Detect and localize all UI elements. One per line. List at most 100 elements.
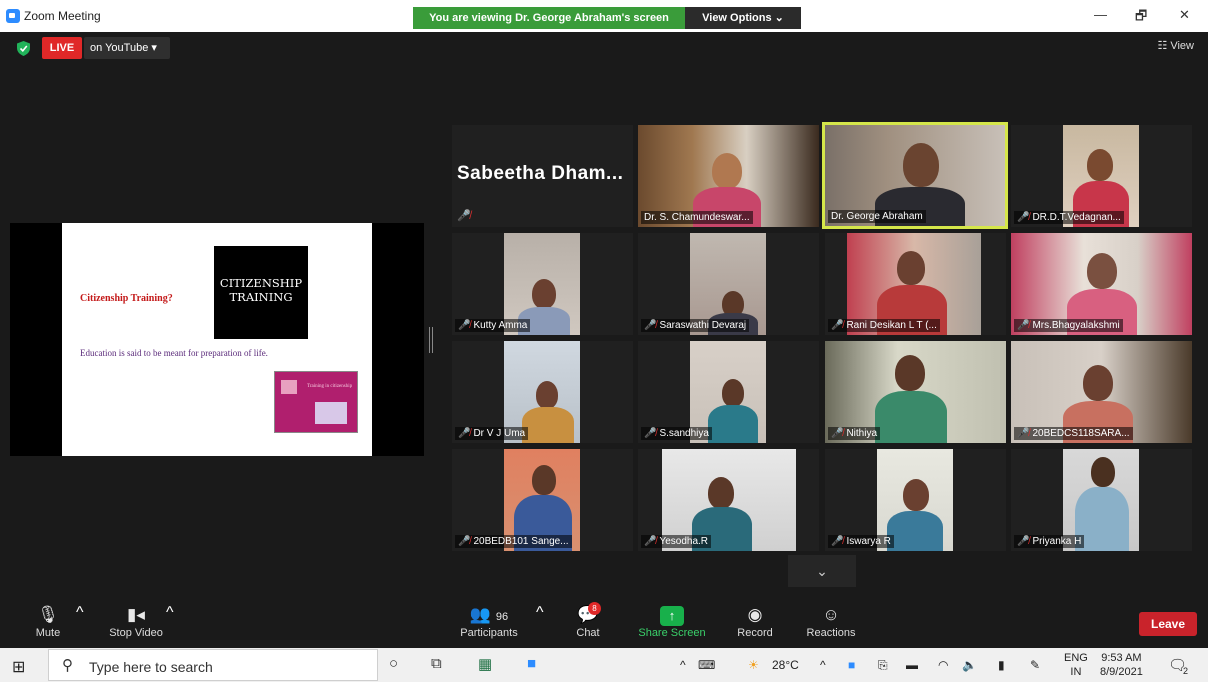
participant-tile[interactable]: 🎤̸ 20BEDCS118SARA... xyxy=(1011,341,1192,443)
zoom-taskbar-icon[interactable]: ■ xyxy=(527,655,536,672)
weather-temperature[interactable]: 28°C xyxy=(772,658,799,672)
input-language-indicator[interactable]: ENG IN xyxy=(1064,651,1088,679)
slide-question: Citizenship Training? xyxy=(80,293,173,304)
next-page-chevron-down-icon[interactable]: ⌄ xyxy=(788,555,856,587)
zoom-tray-icon[interactable]: ■ xyxy=(848,658,855,672)
participant-name: 🎤̸ Yesodha.R xyxy=(641,535,712,548)
mic-muted-icon: 🎤̸ xyxy=(457,210,471,222)
participant-tile[interactable]: 🎤̸ Iswarya R xyxy=(825,449,1006,551)
view-options-button[interactable]: View Options ⌄ xyxy=(685,7,801,29)
participant-name: 🎤̸ Rani Desikan L T (... xyxy=(828,319,940,332)
microphone-tray-icon[interactable]: ▮ xyxy=(998,658,1005,672)
participant-tile[interactable]: 🎤̸ Yesodha.R xyxy=(638,449,819,551)
participant-tile[interactable]: 🎤̸ 20BEDB101 Sange... xyxy=(452,449,633,551)
presentation-slide: Citizenship Training? CITIZENSHIP TRAINI… xyxy=(62,223,372,456)
share-screen-button[interactable]: ↑ Share Screen xyxy=(636,604,708,639)
slide-thumbnail-text: Training in citizenship xyxy=(307,384,353,389)
participant-name: 🎤̸ Iswarya R xyxy=(828,535,894,548)
close-icon[interactable]: ✕ xyxy=(1179,7,1190,23)
stop-video-button[interactable]: ▮◂ Stop Video xyxy=(104,604,168,639)
participants-count: 96 xyxy=(495,611,509,623)
emoji-reaction-icon: ☺ xyxy=(822,605,840,624)
meeting-controls-toolbar: 🎙 Mute ^ ▮◂ Stop Video ^ 👥 96 Participan… xyxy=(0,600,1208,648)
system-clock[interactable]: 9:53 AM 8/9/2021 xyxy=(1100,651,1143,679)
meeting-area: LIVE on YouTube ▾ ☷ View Citizenship Tra… xyxy=(0,32,1208,600)
participant-tile[interactable]: 🎤̸ Saraswathi Devaraj xyxy=(638,233,819,335)
chat-button[interactable]: 💬 8 Chat xyxy=(572,602,604,639)
participant-name: 🎤̸ S.sandhiya xyxy=(641,427,712,440)
participant-tile[interactable]: 🎤̸ Nithiya xyxy=(825,341,1006,443)
shared-screen[interactable]: Citizenship Training? CITIZENSHIP TRAINI… xyxy=(10,223,424,456)
chat-icon: 💬 8 xyxy=(572,602,604,626)
task-view-icon[interactable]: ⧉ xyxy=(431,655,442,672)
search-placeholder: Type here to search xyxy=(89,659,213,675)
participant-gallery: Sabeetha Dham... 🎤̸ Dr. S. Chamundeswar.… xyxy=(452,122,1192,553)
chat-unread-badge: 8 xyxy=(588,602,601,615)
window-title: Zoom Meeting xyxy=(24,9,101,23)
participant-tile[interactable]: 🎤̸ DR.D.T.Vedagnan... xyxy=(1011,125,1192,227)
participant-name: Dr. S. Chamundeswar... xyxy=(641,211,753,224)
participant-tile[interactable]: 🎤̸ Kutty Amma xyxy=(452,233,633,335)
live-on-youtube-dropdown[interactable]: on YouTube ▾ xyxy=(84,37,170,59)
mute-button[interactable]: 🎙 Mute xyxy=(30,604,66,639)
show-hidden-icons-icon[interactable]: ^ xyxy=(680,658,686,672)
slide-body-text: Education is said to be meant for prepar… xyxy=(80,348,268,358)
participant-name: Dr. George Abraham xyxy=(828,210,926,223)
zoom-app-icon xyxy=(6,9,20,23)
share-screen-arrow-icon: ↑ xyxy=(660,606,684,626)
record-button[interactable]: ◉ Record xyxy=(734,604,776,639)
live-badge[interactable]: LIVE xyxy=(42,37,82,59)
gallery-view-button[interactable]: ☷ View xyxy=(1157,39,1194,52)
pen-icon[interactable]: ✎ xyxy=(1030,658,1040,672)
participant-tile[interactable]: 🎤̸ S.sandhiya xyxy=(638,341,819,443)
participant-tile[interactable]: 🎤̸ Dr V J Uma xyxy=(452,341,633,443)
mute-options-caret-icon[interactable]: ^ xyxy=(76,604,84,622)
tray-chevron-up-icon[interactable]: ^ xyxy=(820,658,826,672)
participant-tile[interactable]: 🎤̸ Priyanka H xyxy=(1011,449,1192,551)
microphone-icon: 🎙 xyxy=(37,605,59,624)
participant-name: 🎤̸ Mrs.Bhagyalakshmi xyxy=(1014,319,1123,332)
wifi-icon[interactable]: ◠ xyxy=(938,658,948,672)
notification-count: 2 xyxy=(1183,666,1189,676)
participant-name: 🎤̸ 20BEDCS118SARA... xyxy=(1014,427,1133,440)
participant-name: 🎤̸ Priyanka H xyxy=(1014,535,1085,548)
slide-thumbnail-image: Training in citizenship xyxy=(274,371,358,433)
taskbar-search-box[interactable]: ⚲ Type here to search xyxy=(48,649,378,681)
slide-title-art: CITIZENSHIP TRAINING xyxy=(214,246,308,339)
participant-tile[interactable]: 🎤̸ Mrs.Bhagyalakshmi xyxy=(1011,233,1192,335)
participants-button[interactable]: 👥 96 Participants xyxy=(456,604,522,639)
record-icon: ◉ xyxy=(747,605,763,624)
participant-tile[interactable]: Sabeetha Dham... 🎤̸ xyxy=(452,125,633,227)
security-shield-icon[interactable] xyxy=(17,41,30,56)
cortana-icon[interactable]: ○ xyxy=(389,655,398,672)
participant-name: 🎤̸ DR.D.T.Vedagnan... xyxy=(1014,211,1124,224)
participant-name: 🎤̸ Nithiya xyxy=(828,427,881,440)
video-options-caret-icon[interactable]: ^ xyxy=(166,604,174,622)
windows-taskbar: ⊞ ⚲ Type here to search ○ ⧉ ▦ ■ ^ ⌨ ☀ 28… xyxy=(0,648,1208,682)
viewing-screen-banner: You are viewing Dr. George Abraham's scr… xyxy=(413,7,685,29)
panel-splitter-handle[interactable] xyxy=(429,327,433,353)
reactions-button[interactable]: ☺ Reactions xyxy=(804,604,858,639)
video-camera-icon: ▮◂ xyxy=(127,605,145,624)
participant-tile-active-speaker[interactable]: Dr. George Abraham xyxy=(822,122,1008,229)
minimize-icon[interactable]: — xyxy=(1094,7,1107,22)
volume-icon[interactable]: 🔈 xyxy=(962,658,977,672)
participant-tile[interactable]: Dr. S. Chamundeswar... xyxy=(638,125,819,227)
participant-name: 🎤̸ Dr V J Uma xyxy=(455,427,529,440)
keyboard-icon[interactable]: ⌨ xyxy=(698,658,715,672)
search-icon: ⚲ xyxy=(62,657,73,674)
clipboard-icon[interactable]: ⎘ xyxy=(878,658,888,673)
participant-name: 🎤̸ Kutty Amma xyxy=(455,319,531,332)
participant-tile[interactable]: 🎤̸ Rani Desikan L T (... xyxy=(825,233,1006,335)
participant-name-large: Sabeetha Dham... xyxy=(457,163,624,184)
leave-meeting-button[interactable]: Leave xyxy=(1139,612,1197,636)
participants-options-caret-icon[interactable]: ^ xyxy=(536,604,544,622)
participant-name: 🎤̸ 20BEDB101 Sange... xyxy=(455,535,572,548)
windows-start-icon[interactable]: ⊞ xyxy=(12,657,25,677)
participants-icon: 👥 xyxy=(469,605,492,624)
restore-icon[interactable]: 🗗 xyxy=(1135,7,1147,29)
window-titlebar: Zoom Meeting You are viewing Dr. George … xyxy=(0,0,1208,32)
battery-icon[interactable]: ▬ xyxy=(906,658,918,672)
weather-icon[interactable]: ☀ xyxy=(748,658,759,672)
excel-app-icon[interactable]: ▦ xyxy=(478,655,492,673)
